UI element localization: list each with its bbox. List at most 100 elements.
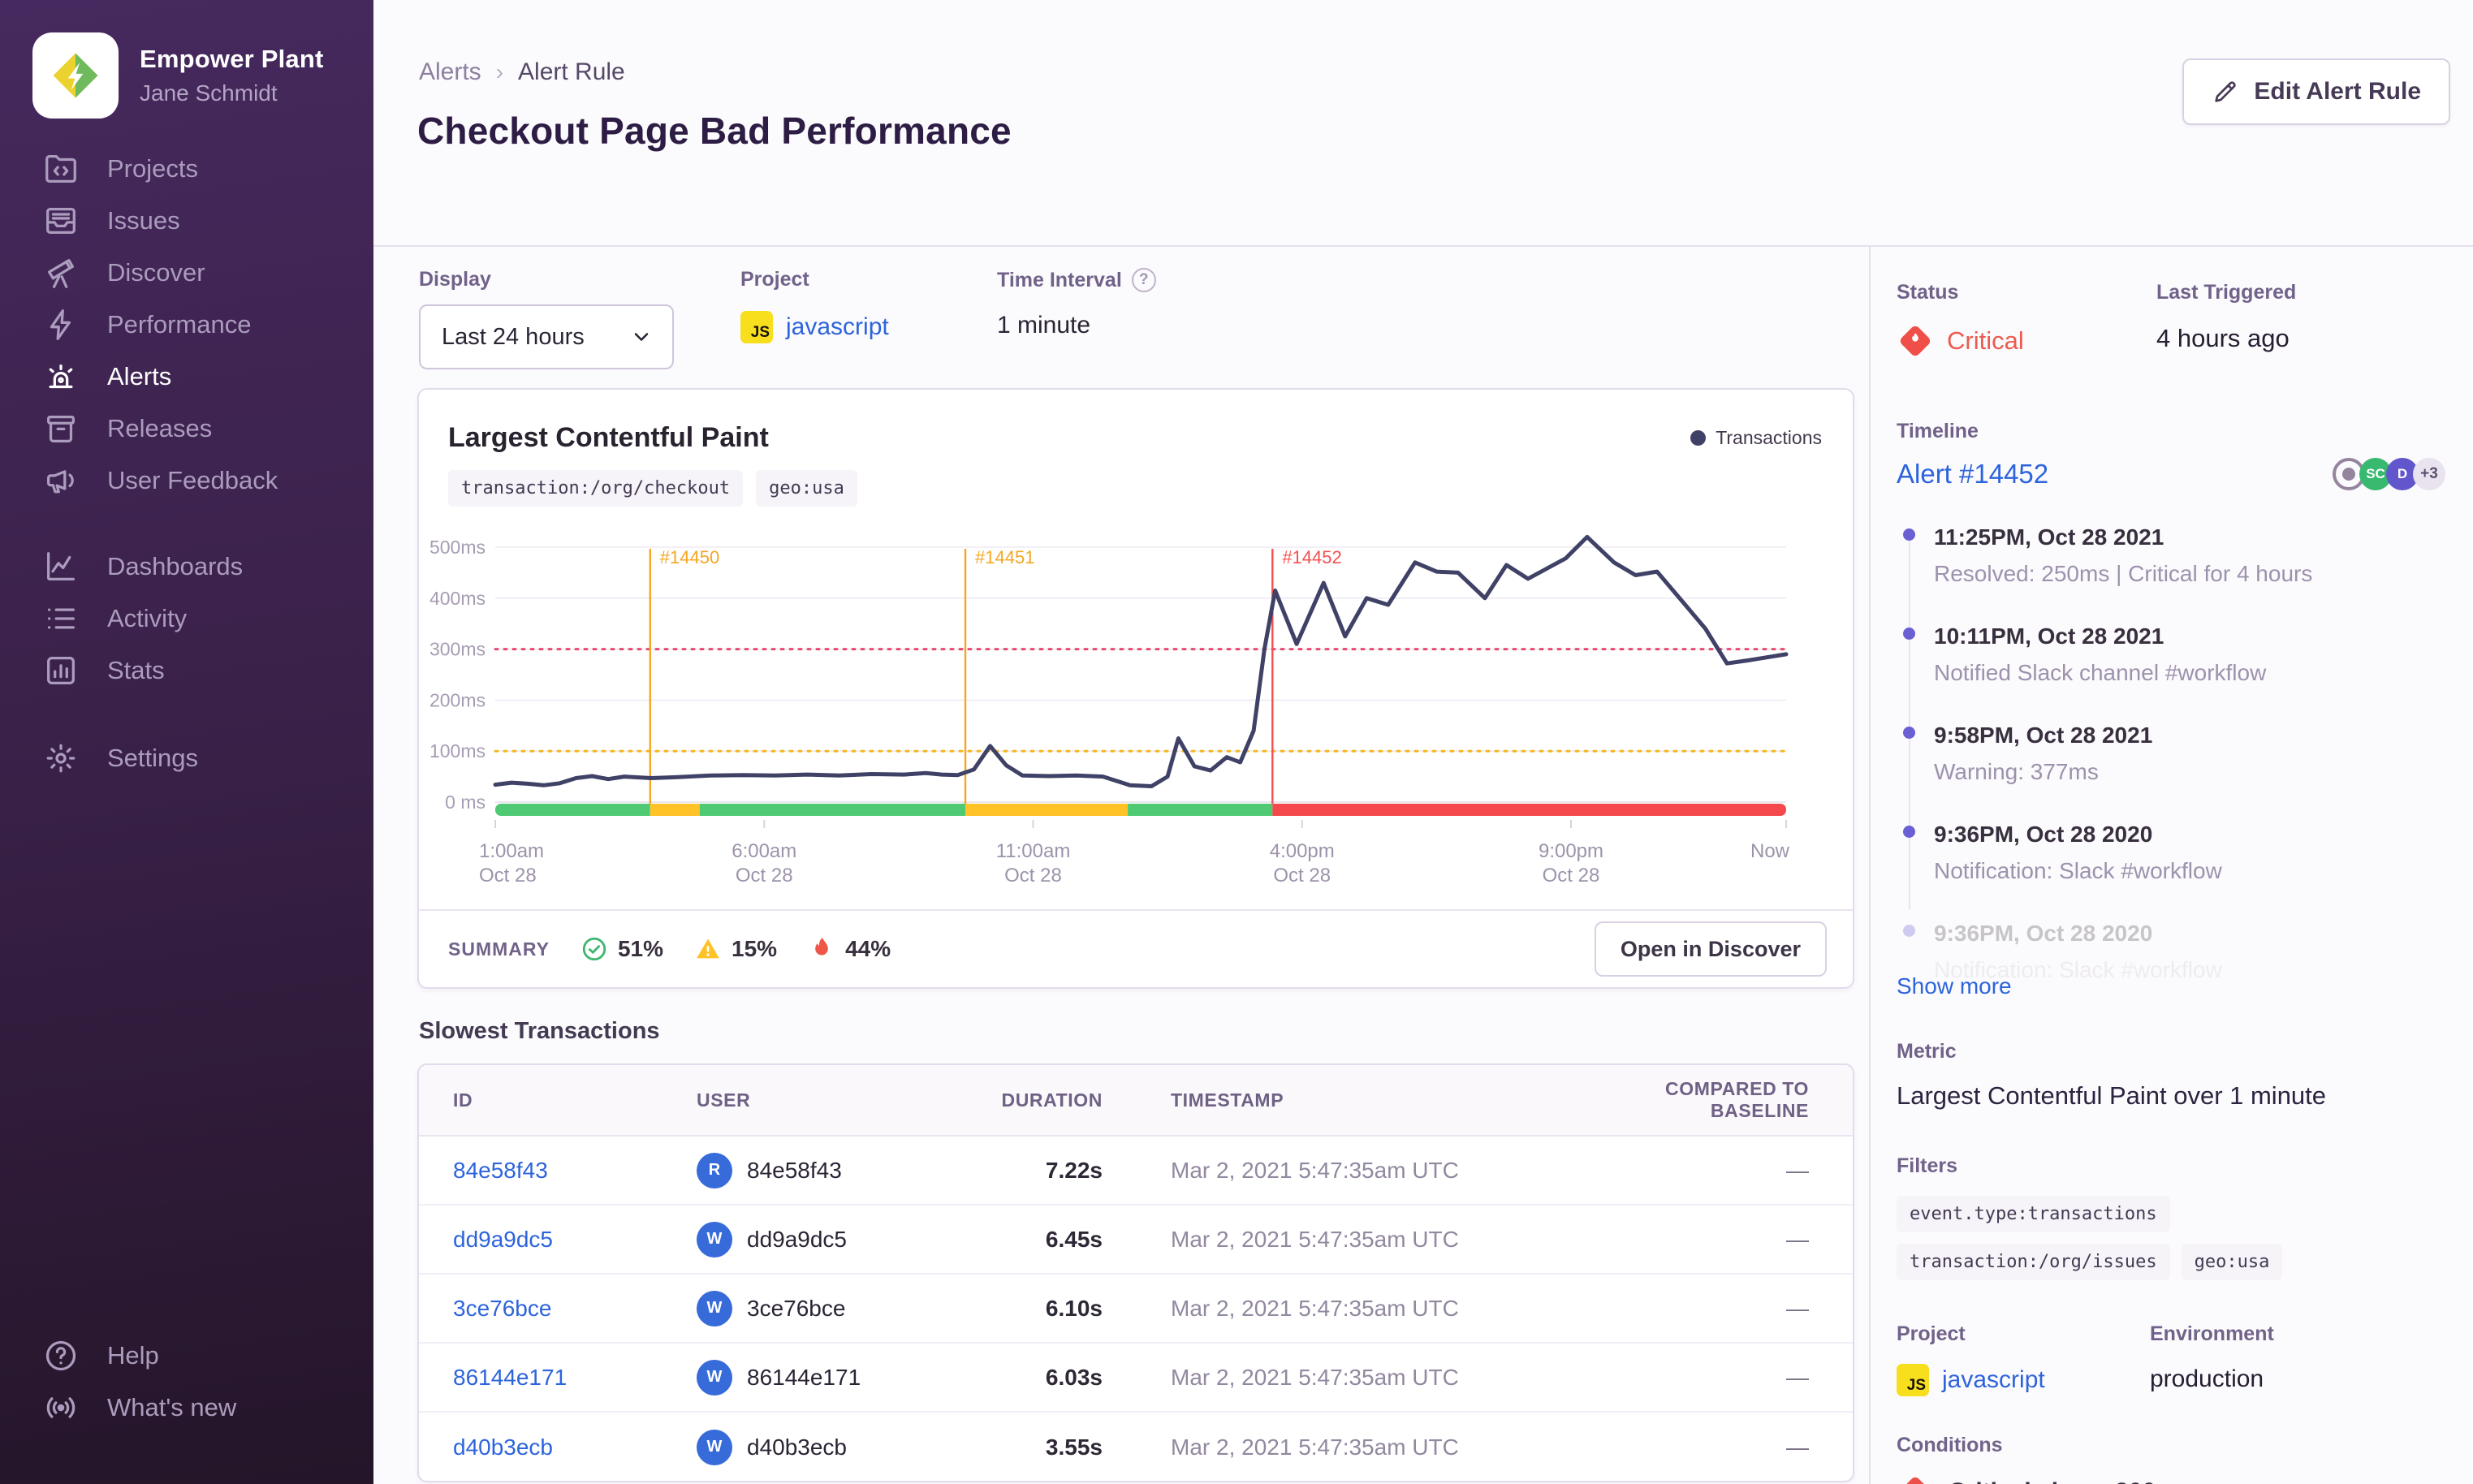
sidebar-item-label: What's new: [107, 1393, 237, 1421]
avatar-overflow-count: +3: [2413, 458, 2445, 490]
svg-text:500ms: 500ms: [429, 537, 486, 558]
performance-icon: [50, 309, 71, 340]
col-id: ID: [453, 1089, 473, 1111]
tag-chip: geo:usa: [756, 470, 857, 507]
timeline-entry: 11:25PM, Oct 28 2021 Resolved: 250ms | C…: [1897, 524, 2445, 623]
svg-text:11:00am: 11:00am: [996, 840, 1071, 862]
breadcrumb-alerts-link[interactable]: Alerts: [419, 58, 481, 86]
svg-text:#14452: #14452: [1282, 547, 1341, 567]
transaction-id-link[interactable]: d40b3ecb: [453, 1434, 697, 1460]
sidebar-item-projects[interactable]: Projects: [0, 143, 373, 195]
project-panel-link[interactable]: javascript: [1942, 1366, 2045, 1394]
chart-legend[interactable]: Transactions: [1690, 427, 1822, 449]
user-avatar: W: [697, 1221, 732, 1258]
critical-diamond-icon: [1900, 326, 1931, 356]
javascript-project-icon: JS: [740, 311, 773, 343]
timeline-entry: 9:58PM, Oct 28 2021 Warning: 377ms: [1897, 723, 2445, 822]
user-avatar: W: [697, 1429, 732, 1465]
help-tooltip-icon[interactable]: ?: [1131, 268, 1156, 292]
metric-value: Largest Contentful Paint over 1 minute: [1897, 1081, 2327, 1110]
sidebar-item-issues[interactable]: Issues: [0, 195, 373, 247]
sidebar-item-label: Alerts: [107, 362, 172, 390]
edit-alert-rule-button[interactable]: Edit Alert Rule: [2182, 58, 2450, 125]
sidebar-item-help[interactable]: Help: [0, 1330, 373, 1382]
chart-summary-bar: SUMMARY 51% 15% 44% Open in Discover: [419, 909, 1853, 987]
user-avatar: W: [697, 1359, 732, 1396]
sidebar-item-activity[interactable]: Activity: [0, 593, 373, 645]
sidebar-item-whats-new[interactable]: What's new: [0, 1382, 373, 1434]
timeline-dot-icon: [1903, 826, 1915, 838]
project-link[interactable]: javascript: [786, 313, 889, 341]
timeline-dot-icon: [1903, 925, 1915, 937]
breadcrumb-current: Alert Rule: [518, 58, 625, 85]
transaction-id-link[interactable]: 3ce76bce: [453, 1296, 697, 1322]
condition-title: Critical above 300ms: [1949, 1478, 2191, 1484]
col-duration: DURATION: [1001, 1089, 1103, 1111]
last-triggered-label: Last Triggered: [2156, 281, 2297, 304]
app-window: Empower Plant Jane Schmidt Projects Issu…: [0, 0, 2473, 1484]
summary-warning: 15%: [694, 935, 777, 963]
user-name: Jane Schmidt: [140, 80, 278, 106]
avatar-stack: SC D +3: [2333, 458, 2445, 490]
filter-chip: event.type:transactions: [1897, 1196, 2170, 1232]
sidebar-item-releases[interactable]: Releases: [0, 403, 373, 455]
summary-label: SUMMARY: [448, 938, 550, 960]
sidebar-item-label: Help: [107, 1341, 159, 1370]
sidebar-item-label: Dashboards: [107, 552, 244, 580]
table-row: 84e58f43 R 84e58f43 7.22s Mar 2, 2021 5:4…: [419, 1137, 1853, 1206]
sidebar-item-settings[interactable]: Settings: [0, 732, 373, 784]
releases-icon: [47, 415, 75, 442]
user-avatar: R: [697, 1152, 732, 1188]
sidebar-item-performance[interactable]: Performance: [0, 299, 373, 351]
sidebar-item-label: Issues: [107, 206, 180, 235]
sidebar-item-stats[interactable]: Stats: [0, 645, 373, 697]
sidebar-item-dashboards[interactable]: Dashboards: [0, 541, 373, 593]
timeline-list: 11:25PM, Oct 28 2021 Resolved: 250ms | C…: [1897, 524, 2445, 983]
flame-icon: [815, 938, 828, 956]
summary-healthy: 51%: [580, 935, 663, 963]
warning-triangle-icon: [697, 938, 719, 959]
svg-text:300ms: 300ms: [429, 639, 486, 660]
org-logo-icon: [32, 32, 119, 119]
sidebar-nav: Projects Issues Discover Performance Ale…: [0, 143, 373, 784]
javascript-project-icon: JS: [1897, 1364, 1929, 1396]
status-label: Status: [1897, 281, 1959, 304]
lcp-line-chart[interactable]: 500ms 400ms 300ms 200ms 100ms 0 ms 1:00am Oct 2…: [419, 511, 1853, 885]
timeline-entry: 9:36PM, Oct 28 2020 Notification: Slack …: [1897, 822, 2445, 921]
sidebar-item-user-feedback[interactable]: User Feedback: [0, 455, 373, 507]
alert-number-link[interactable]: Alert #14452: [1897, 459, 2048, 490]
transaction-id-link[interactable]: 86144e171: [453, 1365, 697, 1391]
stats-icon: [47, 657, 75, 684]
filter-chip: geo:usa: [2181, 1244, 2283, 1280]
sidebar-item-label: Performance: [107, 310, 252, 339]
table-header-row: ID USER DURATION TIMESTAMP COMPARED TO B…: [419, 1065, 1853, 1137]
svg-text:Oct 28: Oct 28: [1004, 865, 1062, 885]
time-interval-value: 1 minute: [997, 312, 1091, 339]
environment-value: production: [2150, 1365, 2264, 1392]
show-more-link[interactable]: Show more: [1897, 973, 2012, 999]
display-label: Display: [419, 268, 491, 291]
org-switcher[interactable]: Empower Plant Jane Schmidt: [0, 0, 373, 119]
open-in-discover-button[interactable]: Open in Discover: [1594, 921, 1827, 977]
col-timestamp: TIMESTAMP: [1171, 1089, 1284, 1111]
sidebar-item-label: Settings: [107, 744, 199, 772]
timeline-entry: 10:11PM, Oct 28 2021 Notified Slack chan…: [1897, 623, 2445, 723]
transaction-id-link[interactable]: 84e58f43: [453, 1158, 697, 1184]
projects-icon: [45, 155, 76, 183]
time-interval-label: Time Interval ?: [997, 268, 1156, 292]
environment-label: Environment: [2150, 1322, 2274, 1345]
sidebar-item-alerts[interactable]: Alerts: [0, 351, 373, 403]
transaction-id-link[interactable]: dd9a9dc5: [453, 1227, 697, 1253]
critical-diamond-icon: [1900, 1477, 1931, 1484]
svg-text:9:00pm: 9:00pm: [1539, 840, 1603, 862]
svg-text:1:00am: 1:00am: [479, 840, 544, 862]
display-select[interactable]: Last 24 hours: [419, 304, 674, 369]
sidebar-item-label: Activity: [107, 604, 188, 632]
controls-row: Display Last 24 hours Project JS javascr…: [419, 268, 1156, 369]
metric-section: Metric Largest Contentful Paint over 1 m…: [1897, 1040, 2445, 1111]
sidebar-item-discover[interactable]: Discover: [0, 247, 373, 299]
main-area: Alerts › Alert Rule Checkout Page Bad Pe…: [373, 0, 2473, 1484]
issues-icon: [46, 207, 76, 235]
table-row: dd9a9dc5 Wdd9a9dc5 6.45s Mar 2, 2021 5:4…: [419, 1206, 1853, 1275]
timeline-label: Timeline: [1897, 420, 1979, 442]
